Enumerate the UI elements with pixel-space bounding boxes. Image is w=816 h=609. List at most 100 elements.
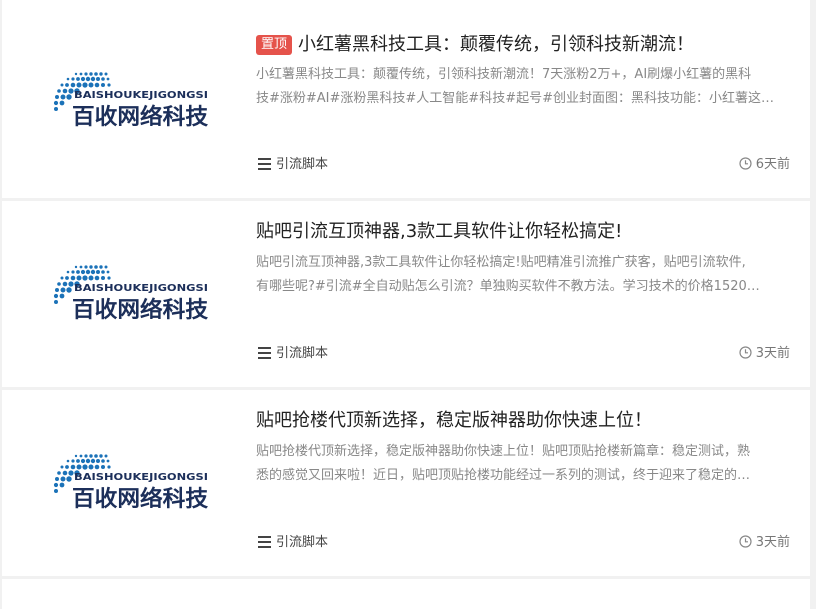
clock-icon [739,346,752,359]
menu-icon [258,158,271,170]
post-category[interactable]: 引流脚本 [258,534,328,552]
logo-dot [76,275,82,281]
logo-dot [71,459,75,463]
logo-dot [60,276,64,280]
logo-dot [101,83,105,87]
post-title-text[interactable]: 贴吧抢楼代顶新选择，稳定版神器助你快速上位！ [256,410,652,431]
post-title[interactable]: 贴吧抢楼代顶新选择，稳定版神器助你快速上位！ [256,408,794,434]
logo-dot [66,459,70,463]
post-thumbnail[interactable]: BAISHOUKEJIGONGSI 百收网络科技 [50,68,214,132]
logo-dot [94,72,98,76]
post-time-label: 3天前 [755,535,790,550]
post-title[interactable]: 贴吧引流互顶神器,3款工具软件让你轻松搞定! [256,219,794,245]
post-excerpt: 小红薯黑科技工具：颠覆传统，引领科技新潮流！7天涨粉2万+，AI刷爆小红薯的黑科… [256,63,792,111]
logo-dot [90,458,96,464]
logo-latin-text: BAISHOUKEJIGONGSI [74,283,208,294]
logo-dot [54,107,58,111]
logo-chinese-text: 百收网络科技 [72,104,209,130]
logo-dot [71,77,75,81]
company-logo: BAISHOUKEJIGONGSI 百收网络科技 [53,72,209,130]
logo-dot [68,281,74,287]
logo-dot [59,293,65,299]
post-time-label: 3天前 [755,346,790,361]
logo-dot [66,77,70,81]
logo-dot [89,454,93,458]
logo-dot [79,265,83,269]
logo-dot [79,454,83,458]
logo-dot [85,458,91,464]
post-card[interactable]: BAISHOUKEJIGONGSI 百收网络科技 贴吧引流互顶神器,3款工具软件让… [2,201,810,387]
post-excerpt-line: 贴吧抢楼代顶新选择，稳定版神器助你快速上位！贴吧顶贴抢楼新篇章：稳定测试，熟 [256,444,751,459]
post-title[interactable]: 置顶 小红薯黑科技工具：颠覆传统，引领科技新潮流！ [256,32,794,58]
post-time: 6天前 [739,156,790,174]
logo-dot [62,88,68,94]
logo-dot [99,265,103,269]
post-category-label[interactable]: 引流脚本 [276,346,328,361]
post-category-label[interactable]: 引流脚本 [276,157,328,172]
logo-dot [99,72,103,76]
post-time-label: 6天前 [755,157,790,172]
logo-dot [57,282,61,286]
logo-dot [104,454,108,458]
logo-dot [76,459,80,463]
post-category[interactable]: 引流脚本 [258,345,328,363]
logo-dot [65,83,69,87]
logo-dot [85,269,91,275]
logo-dot [57,89,61,93]
logo-dot [106,77,110,81]
logo-dot [70,275,76,281]
logo-dot [53,293,59,299]
logo-dot [55,95,59,99]
logo-dot [66,270,70,274]
logo-dot [62,281,68,287]
post-card[interactable]: BAISHOUKEJIGONGSI 百收网络科技 置顶 小红薯黑科技工具：颠覆传统，… [2,0,810,198]
logo-dot [59,100,65,106]
logo-dot [70,464,76,470]
post-list: BAISHOUKEJIGONGSI 百收网络科技 置顶 小红薯黑科技工具：颠覆传统，… [0,0,816,609]
logo-dot [101,276,105,280]
logo-dot [88,275,94,281]
logo-dot [60,83,64,87]
post-time: 3天前 [739,345,790,363]
logo-dot [82,275,88,281]
logo-dot [65,276,69,280]
menu-icon [258,536,271,548]
post-excerpt-line: 贴吧引流互顶神器,3款工具软件让你轻松搞定!贴吧精准引流推广获客，贴吧引流软件, [256,255,746,270]
logo-dot [94,275,100,281]
logo-dot [60,465,64,469]
logo-dot [84,265,88,269]
post-thumbnail[interactable]: BAISHOUKEJIGONGSI 百收网络科技 [50,261,214,325]
post-excerpt: 贴吧抢楼代顶新选择，稳定版神器助你快速上位！贴吧顶贴抢楼新篇章：稳定测试，熟 悉… [256,440,792,488]
logo-dot [66,287,72,293]
logo-dot [54,300,58,304]
logo-dot [85,76,91,82]
logo-dot [57,471,61,475]
logo-dot [88,464,94,470]
post-title-text[interactable]: 贴吧引流互顶神器,3款工具软件让你轻松搞定! [256,221,622,242]
post-excerpt-line: 悉的感觉又回来啦！近日，贴吧顶贴抢楼功能经过一系列的测试，终于迎来了稳定的… [256,468,751,483]
logo-dot [104,72,108,76]
logo-dot [89,72,93,76]
logo-dot [82,464,88,470]
post-thumbnail[interactable]: BAISHOUKEJIGONGSI 百收网络科技 [50,450,214,514]
logo-dot [62,470,68,476]
logo-dot [106,270,110,274]
logo-dot [94,265,98,269]
post-title-text[interactable]: 小红薯黑科技工具：颠覆传统，引领科技新潮流！ [298,34,694,55]
clock-icon [739,535,752,548]
post-card[interactable]: BAISHOUKEJIGONGSI 百收网络科技 贴吧抢楼代顶新选择，稳定版神器助… [2,390,810,576]
post-excerpt-line: 技#涨粉#AI#涨粉黑科技#人工智能#科技#起号#创业封面图：黑科技功能：小红薯… [256,91,774,106]
post-category-label[interactable]: 引流脚本 [276,535,328,550]
logo-dot [101,270,105,274]
company-logo: BAISHOUKEJIGONGSI 百收网络科技 [53,265,209,323]
logo-dot [99,454,103,458]
logo-dot [60,287,66,293]
logo-dot [82,82,88,88]
logo-dot [94,464,100,470]
post-card[interactable] [2,579,810,609]
post-category[interactable]: 引流脚本 [258,156,328,174]
post-excerpt: 贴吧引流互顶神器,3款工具软件让你轻松搞定!贴吧精准引流推广获客，贴吧引流软件,… [256,251,792,299]
menu-icon [258,347,271,359]
logo-dot [68,470,74,476]
logo-dot [60,94,66,100]
